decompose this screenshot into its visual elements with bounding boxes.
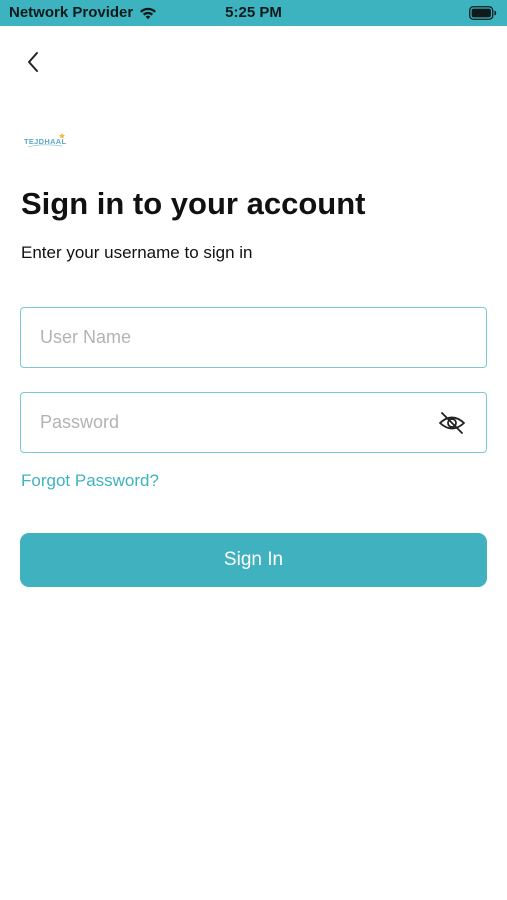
status-time: 5:25 PM [225, 4, 282, 21]
username-input[interactable] [21, 308, 486, 367]
page-subtitle: Enter your username to sign in [21, 243, 253, 262]
chevron-left-icon [28, 52, 38, 72]
brand-logo: TEJDHAAL [22, 130, 68, 157]
sign-in-button[interactable]: Sign In [20, 533, 487, 587]
battery-icon [469, 6, 497, 24]
password-input[interactable] [21, 393, 486, 452]
status-bar: Network Provider 5:25 PM [0, 0, 507, 26]
password-field[interactable] [20, 392, 487, 453]
back-button[interactable] [18, 46, 48, 78]
username-field[interactable] [20, 307, 487, 368]
forgot-password-link[interactable]: Forgot Password? [21, 471, 159, 491]
eye-off-icon [439, 412, 465, 434]
password-visibility-toggle[interactable] [438, 410, 466, 436]
page-title: Sign in to your account [21, 186, 366, 221]
